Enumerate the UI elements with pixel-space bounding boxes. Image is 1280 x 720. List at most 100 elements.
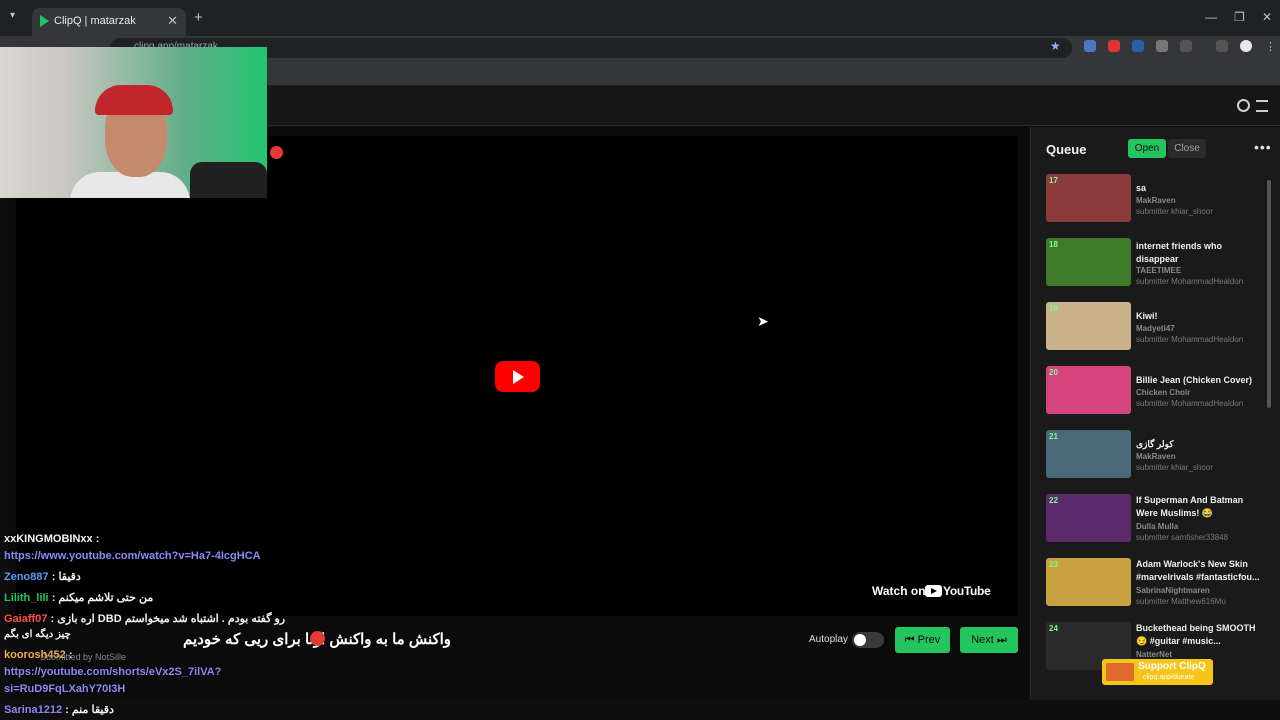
queue-item-submitter: submitter MohammadHealdon [1136, 335, 1244, 344]
chat-link[interactable]: https://www.youtube.com/watch?v=Ha7-4Icg… [4, 550, 261, 562]
youtube-play-icon[interactable] [495, 361, 540, 392]
queue-item-submitter: submitter MohammadHealdon [1136, 399, 1244, 408]
red-cap [95, 85, 173, 115]
chat-message: : دقیقا [51, 571, 81, 583]
translate-icon[interactable] [1084, 40, 1096, 52]
next-button[interactable]: Next ⏭ [960, 627, 1018, 653]
queue-thumbnail [1046, 302, 1131, 350]
chat-username: Sarina1212 [4, 704, 63, 716]
extension-icon[interactable] [1108, 40, 1120, 52]
extension-icon[interactable] [1132, 40, 1144, 52]
maximize-button[interactable]: ❐ [1234, 10, 1245, 24]
queue-item[interactable]: 17 sa MakRaven submitter khiar_shoor [1046, 174, 1261, 224]
queue-item-submitter: submitter MohammadHealdon [1136, 277, 1244, 286]
chat-message: : دقیقا منم [65, 704, 114, 716]
queue-item-title: کولر گازی [1136, 439, 1174, 449]
queue-item-submitter: submitter khiar_shoor [1136, 463, 1213, 472]
settings-sliders-icon[interactable] [1256, 100, 1268, 112]
autoplay-label: Autoplay [809, 634, 848, 645]
webcam-overlay [0, 47, 267, 198]
queue-close-button[interactable]: Close [1168, 139, 1206, 158]
tab-close-icon[interactable]: ✕ [167, 13, 178, 29]
queue-thumbnail [1046, 494, 1131, 542]
queue-scrollbar[interactable] [1267, 180, 1271, 408]
chat-message: چیز دیگه ای بگم [4, 629, 71, 640]
queue-item[interactable]: 21 کولر گازی MakRaven submitter khiar_sh… [1046, 430, 1261, 480]
queue-item-title: Adam Warlock's New Skin #marvelrivals #f… [1136, 559, 1260, 582]
media-icon[interactable] [1216, 40, 1228, 52]
support-url[interactable]: clipq.app/donate [1143, 674, 1194, 681]
chat-link[interactable]: si=RuD9FqLXahY70I3H [4, 683, 125, 695]
queue-number: 23 [1049, 560, 1058, 569]
chat-line: Zeno887 : دقیقا [4, 570, 81, 583]
queue-item-channel: TAEETIMEE [1136, 266, 1182, 275]
profile-avatar[interactable] [1240, 40, 1252, 52]
queue-item-channel: SabrinaNightmaren [1136, 586, 1210, 595]
queue-item-submitter: submitter khiar_shoor [1136, 207, 1213, 216]
more-options-icon[interactable]: ••• [1254, 139, 1272, 155]
angry-emoji-icon [270, 146, 283, 159]
chat-line: Gaiaff07 : اره بازی DBD رو گفته بودم . ا… [4, 612, 285, 625]
chat-username: Gaiaff07 [4, 613, 48, 625]
queue-item-channel: MakRaven [1136, 196, 1176, 205]
queue-thumbnail [1046, 238, 1131, 286]
shield-icon[interactable] [1156, 40, 1168, 52]
tab-search-icon[interactable]: ▾ [10, 10, 15, 21]
new-tab-button[interactable]: + [194, 9, 203, 26]
chat-line: Sarina1212 : دقیقا منم [4, 703, 114, 716]
support-label[interactable]: Support ClipQ [1138, 661, 1206, 672]
queue-number: 22 [1049, 496, 1058, 505]
queue-item[interactable]: 23 Adam Warlock's New Skin #marvelrivals… [1046, 558, 1261, 608]
mouse-cursor-icon: ➤ [757, 313, 769, 329]
support-gift-icon [1106, 663, 1134, 681]
chat-line: Lilith_lili : من حتی تلاشم میکنم [4, 591, 153, 604]
minimize-button[interactable]: — [1205, 10, 1217, 24]
queue-number: 24 [1049, 624, 1058, 633]
queue-thumbnail [1046, 430, 1131, 478]
queue-open-button[interactable]: Open [1128, 139, 1166, 158]
queue-thumbnail [1046, 366, 1131, 414]
browser-tab[interactable]: ClipQ | matarzak ✕ [32, 8, 186, 36]
queue-item[interactable]: 22 If Superman And Batman Were Muslims! … [1046, 494, 1261, 544]
chat-link[interactable]: https://youtube.com/shorts/eVx2S_7ilVA? [4, 666, 221, 678]
chat-message: : اره بازی DBD رو گفته بودم . اشتباه شد … [50, 613, 286, 625]
bookmark-star-icon[interactable]: ★ [1050, 39, 1061, 53]
queue-item-channel: NatterNet [1136, 650, 1173, 659]
history-icon[interactable] [1237, 99, 1250, 112]
queue-number: 20 [1049, 368, 1058, 377]
submitted-by: Submitted by NotSille [40, 652, 127, 662]
queue-number: 21 [1049, 432, 1058, 441]
window-close-button[interactable]: ✕ [1262, 10, 1272, 24]
youtube-wordmark[interactable]: YouTube [943, 584, 991, 598]
queue-item-channel: Madyeti47 [1136, 324, 1175, 333]
browser-menu-icon[interactable]: ⋮ [1265, 40, 1276, 53]
queue-item-channel: MakRaven [1136, 452, 1176, 461]
queue-number: 19 [1049, 304, 1058, 313]
chat-username: Zeno887 [4, 571, 49, 583]
prev-button[interactable]: ⏮ Prev [895, 627, 950, 653]
queue-item[interactable]: 19 Kiwi! Madyeti47 submitter MohammadHea… [1046, 302, 1261, 352]
youtube-logo-icon[interactable] [925, 585, 942, 597]
angry-emoji-icon [310, 631, 325, 646]
chat-line: xxKINGMOBINxx : [4, 533, 99, 545]
queue-item-title: If Superman And Batman Were Muslims! 😂 [1136, 495, 1244, 518]
autoplay-toggle[interactable] [852, 632, 884, 648]
queue-item-channel: Chicken Choir [1136, 388, 1191, 397]
browser-tab-bar [0, 0, 1280, 36]
chat-message: : من حتی تلاشم میکنم [51, 592, 154, 604]
puzzle-icon[interactable] [1180, 40, 1192, 52]
queue-item-title: Kiwi! [1136, 311, 1158, 321]
queue-item-title: Billie Jean (Chicken Cover) [1136, 375, 1253, 385]
clipq-favicon-icon [40, 15, 49, 27]
queue-item-title: Buckethead being SMOOTH 😏 #guitar #music… [1136, 623, 1256, 646]
chat-username: xxKINGMOBINxx : [4, 533, 100, 545]
tab-title: ClipQ | matarzak [54, 15, 136, 27]
queue-number: 17 [1049, 176, 1058, 185]
queue-item[interactable]: 18 internet friends who disappear TAEETI… [1046, 238, 1261, 288]
queue-item-channel: Dulla Mulla [1136, 522, 1179, 531]
watch-on-label[interactable]: Watch on [872, 584, 926, 598]
queue-item-submitter: submitter Matthew616Mo [1136, 597, 1226, 606]
queue-item[interactable]: 20 Billie Jean (Chicken Cover) Chicken C… [1046, 366, 1261, 416]
queue-item-submitter: submitter samfisher33848 [1136, 533, 1229, 542]
queue-thumbnail [1046, 174, 1131, 222]
